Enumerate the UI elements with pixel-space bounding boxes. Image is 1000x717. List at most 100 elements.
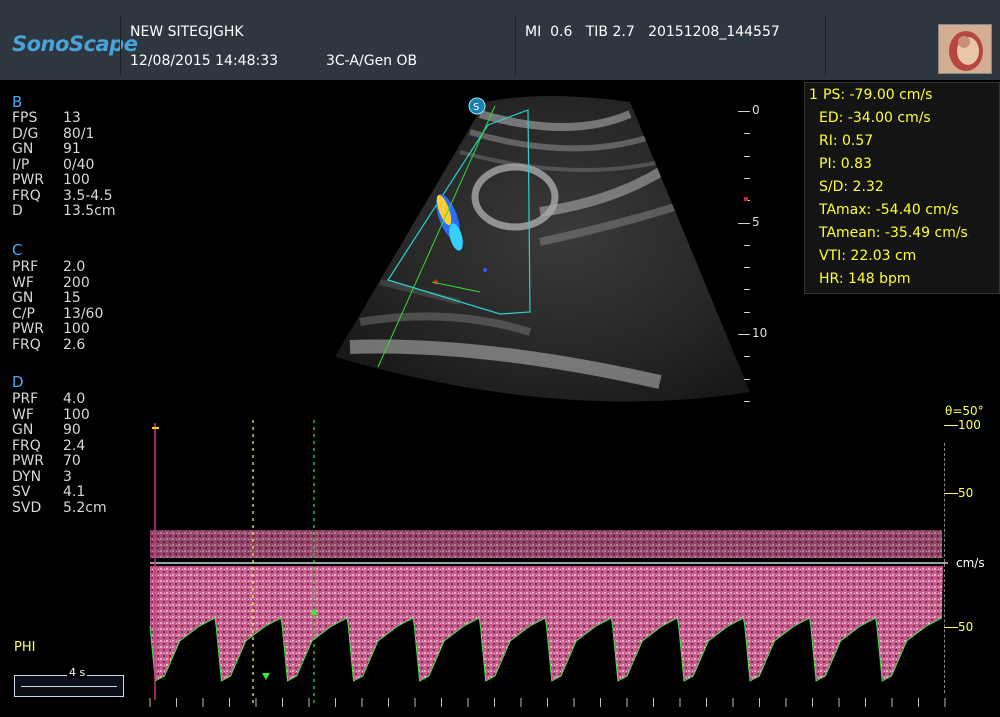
param-key: GN: [12, 422, 34, 438]
param-key: PWR: [12, 172, 45, 188]
color-mode-params: PRF 2.0 WF 200 GN 15 C/P 13/60 PWR 100 FRQ 2.6: [12, 259, 103, 353]
measurement-item: PI: 0.83: [819, 156, 872, 172]
scale-tick: [944, 493, 958, 494]
header-divider: [825, 16, 826, 76]
param-value: 0/40: [63, 156, 95, 173]
param-row: WF 100: [12, 406, 90, 424]
depth-label: 5: [752, 214, 760, 229]
depth-tick: [738, 222, 750, 224]
param-key: D/G: [12, 125, 39, 142]
depth-tick: [744, 177, 750, 179]
param-row: GN 90: [12, 422, 81, 439]
depth-label: 0: [752, 103, 760, 117]
doppler-spectrum[interactable]: [148, 418, 948, 708]
param-key: I/P: [12, 156, 30, 173]
param-value: 4.0: [63, 391, 86, 407]
param-row: WF 200: [12, 274, 90, 292]
top-info-bar: SonoScape NEW SITEGJGHK 12/08/2015 14:48…: [0, 0, 1000, 80]
measurement-item: HR: 148 bpm: [819, 271, 911, 287]
param-row: PWR 70: [12, 453, 81, 470]
b-mode-image[interactable]: S: [330, 92, 760, 412]
probe-preset: 3C-A/Gen OB: [326, 53, 418, 69]
doppler-mode-header: D: [12, 373, 24, 391]
param-value: 15: [63, 290, 81, 306]
param-row: SVD 5.2cm: [12, 499, 107, 517]
site-name: NEW SITEGJGHK: [130, 24, 244, 40]
brand-logo: SonoScape: [12, 32, 138, 56]
param-row: D/G 80/1: [12, 125, 94, 143]
param-value: 70: [63, 453, 81, 469]
svg-text:S: S: [473, 102, 479, 113]
param-row: PWR 100: [12, 321, 90, 338]
measurement-item: TAmean: -35.49 cm/s: [819, 225, 968, 241]
header-divider: [515, 16, 516, 76]
depth-tick: [744, 400, 750, 402]
param-row: FPS 13: [12, 110, 81, 127]
fetus-thumbnail-icon[interactable]: [938, 24, 992, 74]
measurement-item: ED: -34.00 cm/s: [819, 110, 931, 126]
param-key: WF: [12, 406, 34, 423]
param-row: PWR 100: [12, 172, 90, 189]
param-key: GN: [12, 141, 34, 157]
color-mode-header: C: [12, 241, 23, 259]
focus-marker-icon: [744, 197, 748, 201]
measurement-results-panel: 1 PS: -79.00 cm/s ED: -34.00 cm/s RI: 0.57…: [804, 82, 1000, 294]
scale-label-100: 100: [958, 418, 981, 432]
param-row: PRF 2.0: [12, 259, 85, 276]
angle-correction: θ=50°: [945, 404, 984, 418]
time-scale-label: 4 s: [67, 666, 88, 679]
param-value: 100: [63, 406, 90, 423]
param-key: FRQ: [12, 187, 41, 204]
param-value: 100: [63, 321, 90, 337]
param-key: FRQ: [12, 437, 41, 454]
param-row: I/P 0/40: [12, 156, 94, 174]
depth-tick: [744, 356, 750, 358]
depth-tick: [738, 111, 750, 112]
b-mode-header: B: [12, 93, 23, 111]
doppler-mode-params: PRF 4.0 WF 100 GN 90 FRQ 2.4 PWR 70 DYN 3 SV 4.1 SVD 5.…: [12, 391, 107, 517]
param-key: FPS: [12, 110, 38, 126]
scale-tick: [944, 627, 958, 628]
depth-tick: [744, 155, 750, 157]
param-value: 90: [63, 422, 81, 438]
phi-indicator: PHI: [14, 640, 36, 655]
param-row: FRQ 3.5-4.5: [12, 187, 113, 205]
param-value: 91: [63, 141, 81, 157]
param-value: 2.4: [63, 437, 86, 454]
depth-tick: [744, 133, 750, 135]
depth-tick: [744, 378, 750, 380]
param-key: WF: [12, 274, 34, 291]
depth-tick: [744, 311, 750, 313]
measurement-item: VTI: 22.03 cm: [819, 248, 917, 264]
param-value: 5.2cm: [63, 499, 107, 516]
measurement-item: S/D: 2.32: [819, 179, 884, 195]
depth-tick: [738, 334, 750, 335]
depth-tick: [744, 267, 750, 269]
depth-label: 10: [752, 326, 768, 340]
measurement-item: TAmax: -54.40 cm/s: [819, 202, 959, 218]
param-value: 13.5cm: [63, 203, 116, 219]
param-row: FRQ 2.4: [12, 437, 85, 455]
param-row: D 13.5cm: [12, 203, 116, 220]
param-value: 100: [63, 172, 90, 188]
param-row: C/P 13/60: [12, 305, 103, 323]
caliper-marker-icon[interactable]: [262, 673, 270, 680]
param-value: 3: [63, 468, 72, 485]
param-key: C/P: [12, 305, 35, 322]
param-value: 2.0: [63, 259, 86, 275]
param-key: PWR: [12, 321, 45, 337]
velocity-unit: cm/s: [956, 556, 985, 570]
param-value: 4.1: [63, 484, 86, 500]
param-key: PRF: [12, 259, 39, 275]
measurement-item: RI: 0.57: [819, 133, 874, 149]
param-value: 13: [63, 110, 81, 126]
scale-tick: [944, 425, 958, 426]
mi-tib-file: MI 0.6 TIB 2.7 20151208_144557: [525, 24, 780, 40]
param-value: 200: [63, 274, 90, 291]
param-value: 3.5-4.5: [63, 187, 113, 204]
param-row: DYN 3: [12, 469, 72, 486]
scale-label-neg50: 50: [958, 620, 974, 634]
param-key: SVD: [12, 499, 42, 516]
measurement-index: 1: [809, 87, 818, 103]
time-scale-bar: 4 s: [14, 666, 124, 697]
